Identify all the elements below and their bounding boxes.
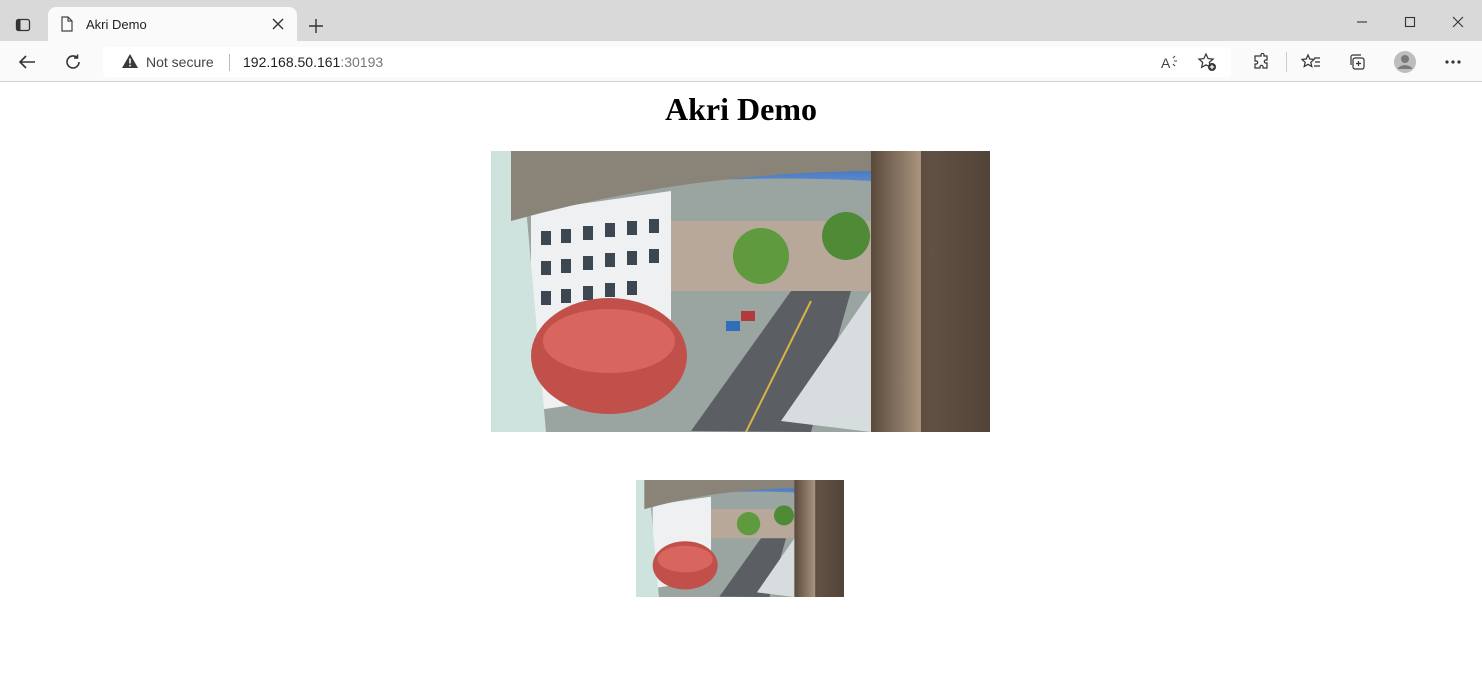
refresh-icon[interactable]: [60, 49, 86, 75]
tab-title: Akri Demo: [86, 17, 147, 32]
warning-icon[interactable]: [121, 53, 139, 74]
camera-stream-small: [636, 480, 844, 597]
back-arrow-icon[interactable]: [14, 49, 40, 75]
extensions-icon[interactable]: [1248, 49, 1274, 75]
page-title: Akri Demo: [665, 91, 817, 127]
read-aloud-icon[interactable]: A: [1158, 50, 1182, 74]
tab-strip: Akri Demo: [0, 0, 1482, 41]
address-bar[interactable]: Not secure 192.168.50.161:30193 A: [103, 47, 1231, 77]
url-port: :30193: [340, 54, 384, 70]
new-tab-icon[interactable]: [304, 14, 328, 38]
page-content: Akri Demo: [0, 82, 1482, 678]
tab-actions-icon[interactable]: [10, 12, 36, 38]
favorites-icon[interactable]: [1298, 49, 1324, 75]
collections-icon[interactable]: [1344, 49, 1370, 75]
page-icon: [60, 16, 74, 37]
browser-toolbar: Not secure 192.168.50.161:30193 A: [0, 41, 1482, 82]
close-window-icon[interactable]: [1446, 10, 1470, 34]
minimize-icon[interactable]: [1350, 10, 1374, 34]
url-text[interactable]: 192.168.50.161:30193: [243, 54, 383, 70]
active-tab[interactable]: Akri Demo: [48, 7, 297, 41]
address-separator: [229, 54, 230, 71]
tab-close-icon[interactable]: [269, 15, 287, 33]
profile-avatar-icon[interactable]: [1392, 49, 1418, 75]
security-label[interactable]: Not secure: [146, 54, 214, 70]
more-options-icon[interactable]: [1440, 49, 1466, 75]
maximize-icon[interactable]: [1398, 10, 1422, 34]
url-host: 192.168.50.161: [243, 54, 341, 70]
camera-stream-large: [491, 151, 990, 432]
add-favorite-icon[interactable]: [1195, 50, 1219, 74]
toolbar-divider: [1286, 52, 1287, 72]
svg-text:A: A: [1161, 55, 1171, 70]
